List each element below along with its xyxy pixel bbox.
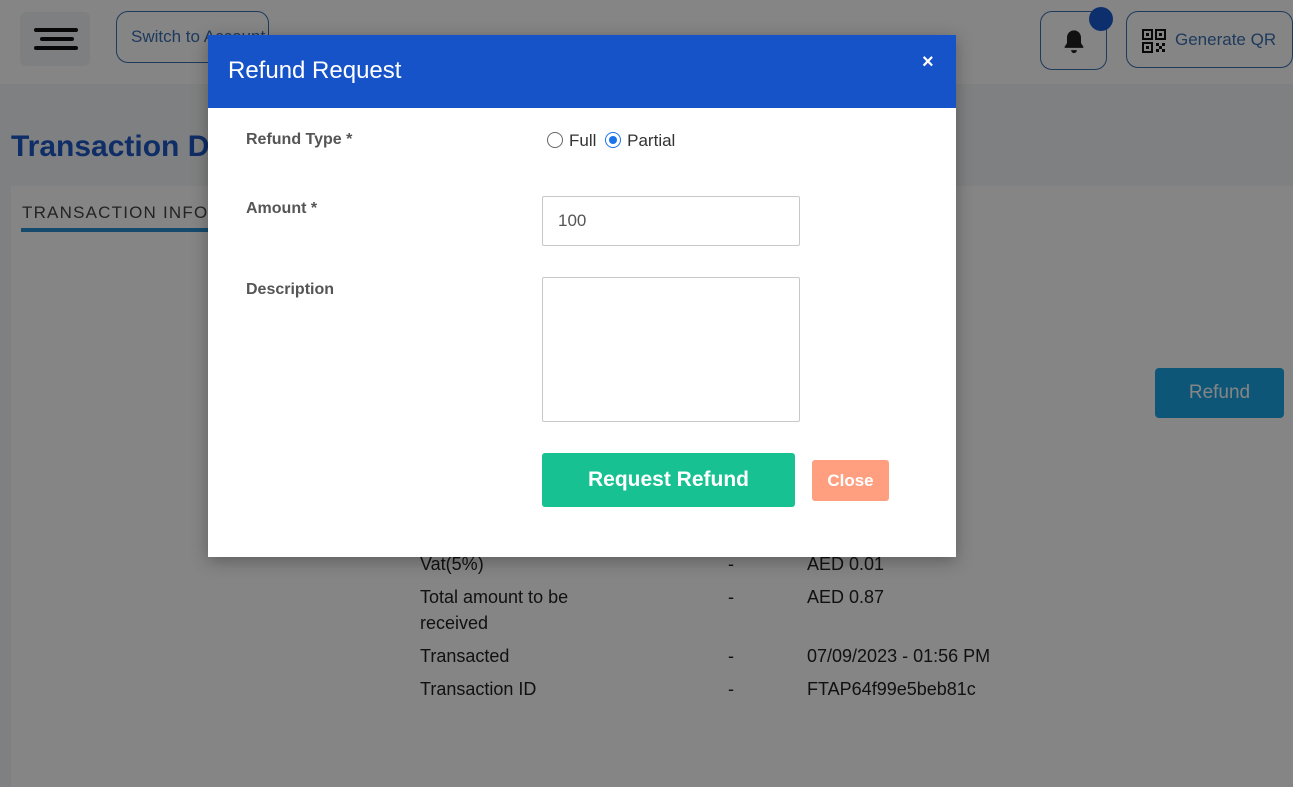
close-icon[interactable]: × (922, 51, 934, 74)
refund-request-modal: Refund Request × Refund Type * Full Part… (208, 35, 956, 557)
amount-field[interactable] (542, 196, 800, 246)
modal-title: Refund Request (228, 57, 402, 84)
refund-type-label: Refund Type * (246, 131, 353, 148)
radio-full[interactable] (547, 132, 563, 148)
radio-partial-label[interactable]: Partial (627, 131, 675, 150)
request-refund-button[interactable]: Request Refund (542, 453, 795, 507)
modal-header: Refund Request × (208, 35, 956, 108)
amount-label: Amount * (246, 200, 318, 217)
radio-partial[interactable] (605, 132, 622, 148)
refund-type-radio-group: Full Partial (547, 131, 679, 151)
radio-full-label[interactable]: Full (569, 131, 596, 150)
description-label: Description (246, 281, 335, 298)
close-button[interactable]: Close (812, 460, 889, 501)
description-field[interactable] (542, 277, 800, 422)
